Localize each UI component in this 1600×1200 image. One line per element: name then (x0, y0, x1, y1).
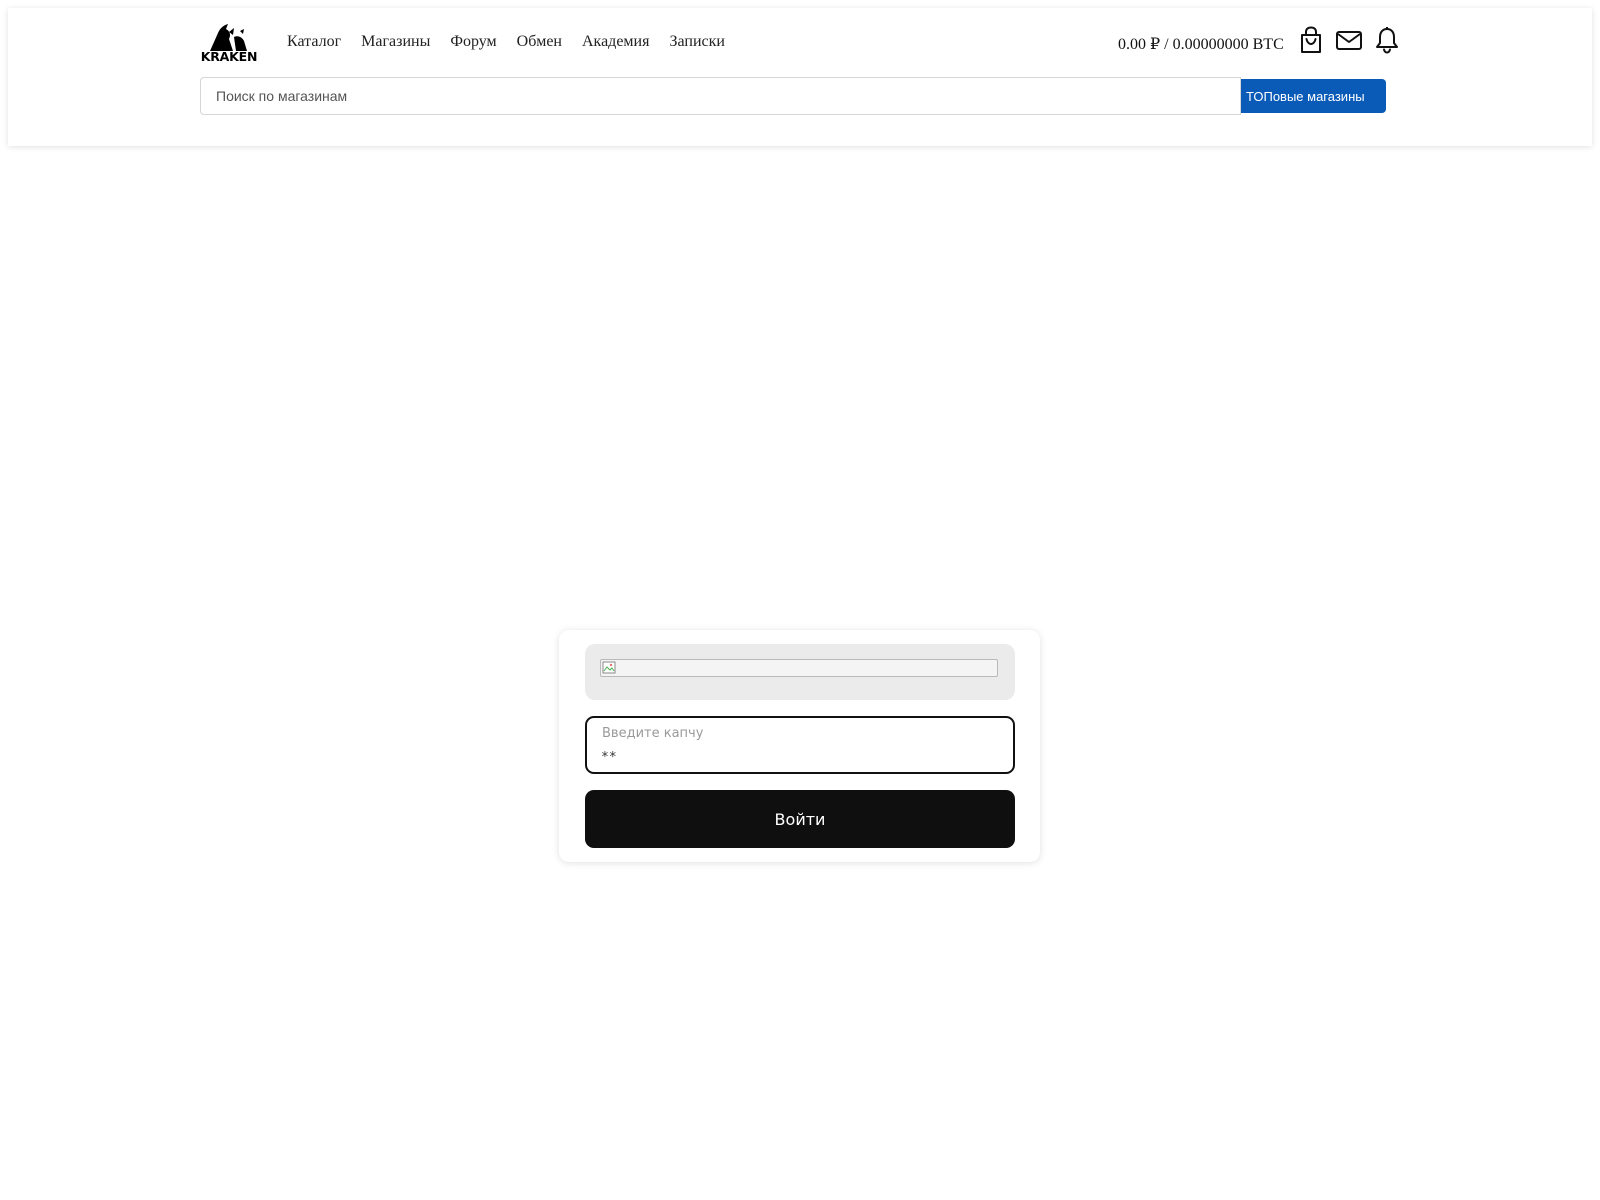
captcha-field[interactable]: Введите капчу (585, 716, 1015, 774)
nav-item-catalog[interactable]: Каталог (287, 33, 341, 51)
cart-button[interactable] (1299, 26, 1325, 54)
kraken-logo[interactable]: KRAKEN (200, 23, 258, 67)
bell-icon (1376, 27, 1398, 54)
main-nav: Каталог Магазины Форум Обмен Академия За… (287, 33, 745, 51)
site-header: KRAKEN Каталог Магазины Форум Обмен Акад… (8, 8, 1592, 146)
captcha-image (600, 659, 998, 677)
nav-item-exchange[interactable]: Обмен (517, 33, 562, 51)
shopping-bag-icon (1301, 26, 1321, 53)
balance-display: 0.00 ₽ / 0.00000000 BTC (1118, 36, 1284, 53)
nav-item-notes[interactable]: Записки (669, 33, 724, 51)
nav-item-academy[interactable]: Академия (582, 33, 649, 51)
notifications-button[interactable] (1374, 26, 1400, 54)
login-card: Введите капчу Войти (559, 630, 1040, 862)
nav-item-forum[interactable]: Форум (450, 33, 496, 51)
captcha-input[interactable] (601, 746, 981, 768)
messages-button[interactable] (1335, 26, 1363, 54)
mail-icon (1336, 31, 1362, 50)
logo-text: KRAKEN (200, 49, 258, 64)
broken-image-icon (602, 661, 616, 674)
shop-search-input[interactable] (200, 77, 1241, 115)
captcha-container (585, 644, 1015, 700)
captcha-label: Введите капчу (602, 726, 704, 741)
search-bar: ТОПовые магазины (200, 77, 1402, 115)
login-button[interactable]: Войти (585, 790, 1015, 848)
nav-item-shops[interactable]: Магазины (361, 33, 430, 51)
top-shops-button[interactable]: ТОПовые магазины (1241, 79, 1386, 113)
